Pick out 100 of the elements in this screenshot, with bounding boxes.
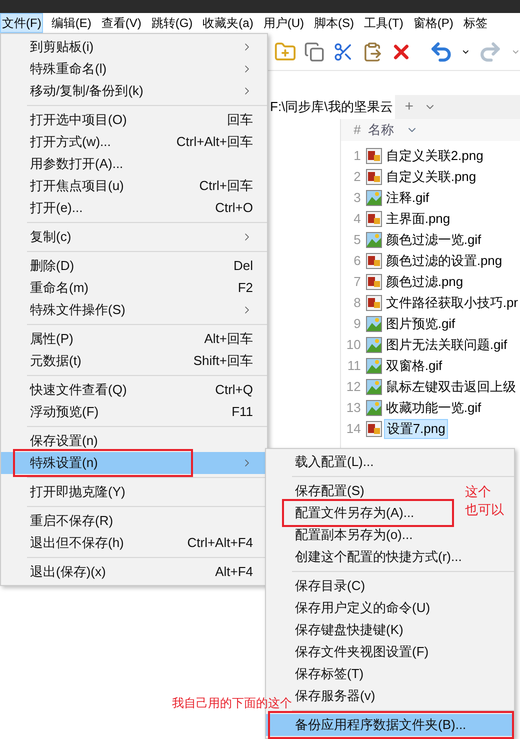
menu-item[interactable]: 保存目录(C): [295, 579, 366, 593]
menu-bar-item[interactable]: 查看(V): [99, 13, 144, 33]
menu-item[interactable]: 配置文件另存为(A)...: [295, 506, 414, 520]
picture-file-icon: [366, 316, 382, 332]
shortcut-label: Ctrl+Q: [215, 381, 253, 400]
image-file-icon: [366, 274, 382, 290]
menu-item[interactable]: 删除(D): [30, 259, 74, 273]
row-number: 12: [345, 378, 361, 396]
row-number: 5: [352, 230, 361, 249]
menu-item[interactable]: 保存文件夹视图设置(F): [295, 645, 429, 659]
highlighted-menu-item[interactable]: 备份应用程序数据文件夹(B)...: [266, 714, 514, 736]
highlighted-menu-item[interactable]: 特殊设置(n): [1, 452, 267, 474]
shortcut-label: F11: [232, 403, 253, 422]
menu-item[interactable]: 退出(保存)(x): [30, 565, 106, 579]
menu-bar-item[interactable]: 文件(F): [0, 13, 44, 33]
menu-item[interactable]: 打开即抛克隆(Y): [30, 485, 126, 499]
shortcut-label: Shift+回车: [193, 352, 253, 370]
image-file-icon: [366, 168, 382, 184]
row-number: 2: [352, 168, 361, 186]
file-name[interactable]: 颜色过滤的设置.png: [384, 250, 504, 270]
menu-item[interactable]: 打开焦点项目(u): [30, 179, 124, 193]
picture-file-icon: [366, 400, 382, 416]
picture-file-icon: [366, 378, 382, 394]
menu-bar-item[interactable]: 收藏夹(a): [200, 13, 256, 33]
menu-item[interactable]: 打开方式(w)...: [30, 135, 111, 149]
file-name[interactable]: 设置7.png: [384, 418, 448, 438]
menu-item[interactable]: 配置副本另存为(o)...: [295, 528, 413, 542]
shortcut-label: Alt+回车: [204, 330, 253, 348]
shortcut-label: Ctrl+Alt+F4: [187, 534, 253, 552]
menu-item[interactable]: 保存设置(n): [30, 434, 98, 448]
file-name[interactable]: 图片预览.gif: [384, 314, 458, 334]
new-folder-icon[interactable]: [274, 40, 296, 64]
menu-bar-item[interactable]: 标签: [461, 13, 490, 33]
picture-file-icon: [366, 358, 382, 374]
file-name[interactable]: 收藏功能一览.gif: [384, 398, 484, 418]
menu-bar-item[interactable]: 工具(T): [362, 13, 406, 33]
file-name[interactable]: 颜色过滤.png: [384, 272, 466, 292]
row-number: 11: [346, 356, 361, 375]
image-file-icon: [366, 294, 382, 310]
menu-item[interactable]: 浮动预览(F): [30, 405, 99, 419]
menu-item[interactable]: 载入配置(L)...: [295, 455, 374, 469]
column-header[interactable]: 名称: [366, 120, 394, 140]
menu-item[interactable]: 退出但不保存(h): [30, 536, 124, 550]
menu-item[interactable]: 重命名(m): [30, 281, 88, 295]
image-file-icon: [366, 252, 382, 268]
row-number: 3: [352, 188, 361, 207]
menu-item[interactable]: 复制(c): [30, 230, 72, 244]
menu-item[interactable]: 保存服务器(v): [295, 689, 376, 703]
picture-file-icon: [366, 336, 382, 352]
row-number: 4: [352, 210, 361, 228]
menu-item[interactable]: 属性(P): [30, 332, 74, 346]
menu-bar-item[interactable]: 窗格(P): [411, 13, 456, 33]
image-file-icon: [366, 210, 382, 226]
shortcut-label: Ctrl+O: [215, 199, 253, 218]
row-number: 9: [352, 314, 361, 333]
row-number: 10: [345, 336, 361, 354]
row-number: 13: [345, 398, 361, 417]
row-number: 1: [352, 146, 361, 165]
menu-bar-item[interactable]: 跳转(G): [149, 13, 195, 33]
file-name[interactable]: 自定义关联.png: [384, 166, 478, 186]
row-number: 8: [352, 294, 361, 312]
file-name[interactable]: 图片无法关联问题.gif: [384, 334, 510, 354]
file-name[interactable]: 颜色过滤一览.gif: [384, 230, 484, 250]
file-name[interactable]: 主界面.png: [384, 208, 452, 228]
menu-bar-item[interactable]: 用户(U): [261, 13, 306, 33]
add-tab-button[interactable]: +: [404, 96, 414, 118]
menu-item[interactable]: 到剪贴板(i): [30, 40, 94, 54]
shortcut-label: Del: [233, 257, 253, 276]
shortcut-label: Alt+F4: [215, 563, 253, 582]
file-name[interactable]: 鼠标左键双击返回上级: [384, 376, 518, 396]
menu-item[interactable]: 移动/复制/备份到(k): [30, 84, 144, 98]
menu-item[interactable]: 保存配置(S): [295, 484, 364, 498]
row-number: 6: [352, 252, 361, 270]
file-name[interactable]: 注释.gif: [384, 188, 432, 208]
file-name[interactable]: 文件路径获取小技巧.pr: [384, 292, 520, 312]
row-number: 7: [352, 272, 361, 291]
menu-item[interactable]: 保存键盘快捷键(K): [295, 623, 404, 637]
menu-item[interactable]: 特殊文件操作(S): [30, 303, 126, 317]
menu-item[interactable]: 用参数打开(A)...: [30, 157, 124, 171]
paste-icon[interactable]: [362, 40, 382, 62]
menu-item[interactable]: 保存用户定义的命令(U): [295, 601, 430, 615]
menu-item[interactable]: 创建这个配置的快捷方式(r)...: [295, 550, 462, 564]
menu-item[interactable]: 打开(e)...: [30, 201, 83, 215]
menu-item[interactable]: 特殊重命名(l): [30, 62, 107, 76]
menu-item[interactable]: 元数据(t): [30, 354, 82, 368]
image-file-icon: [366, 420, 382, 436]
scissors-icon[interactable]: [333, 40, 354, 62]
location-tab[interactable]: F:\同步库\我的坚果云: [268, 95, 395, 119]
menu-item[interactable]: 打开选中项目(O): [30, 113, 127, 127]
menu-item[interactable]: 快速文件查看(Q): [30, 383, 127, 397]
menu-bar-item[interactable]: 脚本(S): [312, 13, 356, 33]
picture-file-icon: [366, 190, 382, 206]
file-name[interactable]: 自定义关联2.png: [384, 146, 486, 166]
image-file-icon: [366, 148, 382, 164]
file-name[interactable]: 双窗格.gif: [384, 356, 444, 376]
menu-bar-item[interactable]: 编辑(E): [49, 13, 94, 33]
copy-icon[interactable]: [304, 40, 326, 62]
annotation-text: 我自己用的下面的这个: [172, 697, 292, 709]
menu-item[interactable]: 保存标签(T): [295, 667, 364, 681]
menu-item[interactable]: 重启不保存(R): [30, 514, 114, 528]
